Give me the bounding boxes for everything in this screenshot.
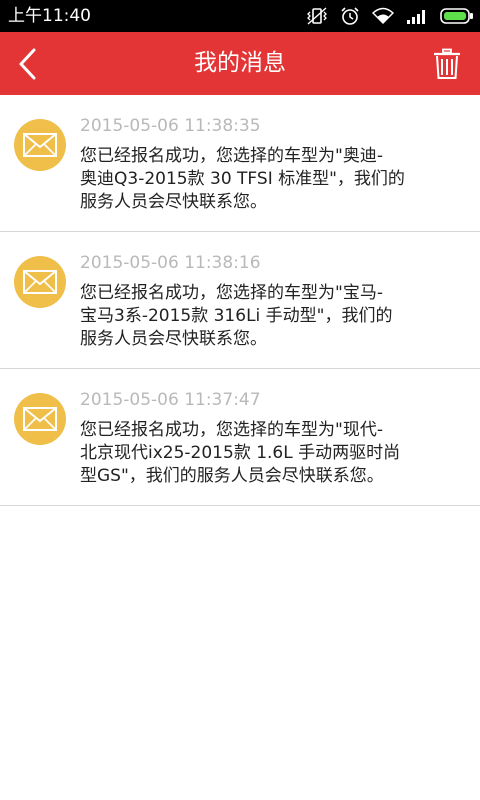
- message-time: 2015-05-06 11:38:35: [80, 116, 261, 136]
- envelope-icon: [14, 256, 66, 308]
- message-time: 2015-05-06 11:37:47: [80, 390, 261, 410]
- message-line: 您已经报名成功，您选择的车型为"奥迪-: [80, 146, 383, 166]
- trash-icon: [434, 48, 460, 79]
- message-list: 2015-05-06 11:38:35 您已经报名成功，您选择的车型为"奥迪- …: [0, 95, 480, 506]
- page-title: 我的消息: [194, 50, 286, 76]
- vibrate-icon: [307, 7, 327, 25]
- message-line: 您已经报名成功，您选择的车型为"宝马-: [80, 283, 383, 303]
- envelope-icon: [14, 393, 66, 445]
- status-icons: [306, 6, 474, 26]
- battery-icon: [440, 8, 473, 24]
- envelope-icon: [14, 119, 66, 171]
- alarm-icon: [341, 7, 359, 25]
- message-line: 型GS"，我们的服务人员会尽快联系您。: [80, 466, 384, 486]
- message-line: 北京现代ix25-2015款 1.6L 手动两驱时尚: [80, 443, 401, 463]
- status-time: 上午11:40: [8, 6, 91, 26]
- chevron-left-icon: [19, 48, 36, 80]
- message-time: 2015-05-06 11:38:16: [80, 253, 261, 273]
- back-button[interactable]: [8, 44, 48, 84]
- message-line: 服务人员会尽快联系您。: [80, 329, 267, 349]
- message-line: 服务人员会尽快联系您。: [80, 192, 267, 212]
- message-item[interactable]: 2015-05-06 11:38:16 您已经报名成功，您选择的车型为"宝马- …: [0, 232, 480, 369]
- message-text: 您已经报名成功，您选择的车型为"现代- 北京现代ix25-2015款 1.6L …: [80, 419, 475, 488]
- message-line: 宝马3系-2015款 316Li 手动型"，我们的: [80, 306, 393, 326]
- message-text: 您已经报名成功，您选择的车型为"宝马- 宝马3系-2015款 316Li 手动型…: [80, 282, 475, 351]
- message-item[interactable]: 2015-05-06 11:37:47 您已经报名成功，您选择的车型为"现代- …: [0, 369, 480, 506]
- title-bar: 我的消息: [0, 32, 480, 95]
- message-line: 您已经报名成功，您选择的车型为"现代-: [80, 420, 383, 440]
- signal-icon: [407, 10, 425, 24]
- message-text: 您已经报名成功，您选择的车型为"奥迪- 奥迪Q3-2015款 30 TFSI 标…: [80, 145, 475, 214]
- status-bar: 上午11:40: [0, 0, 480, 32]
- message-line: 奥迪Q3-2015款 30 TFSI 标准型"，我们的: [80, 169, 405, 189]
- message-item[interactable]: 2015-05-06 11:38:35 您已经报名成功，您选择的车型为"奥迪- …: [0, 95, 480, 232]
- wifi-icon: [372, 7, 394, 25]
- delete-all-button[interactable]: [428, 44, 466, 84]
